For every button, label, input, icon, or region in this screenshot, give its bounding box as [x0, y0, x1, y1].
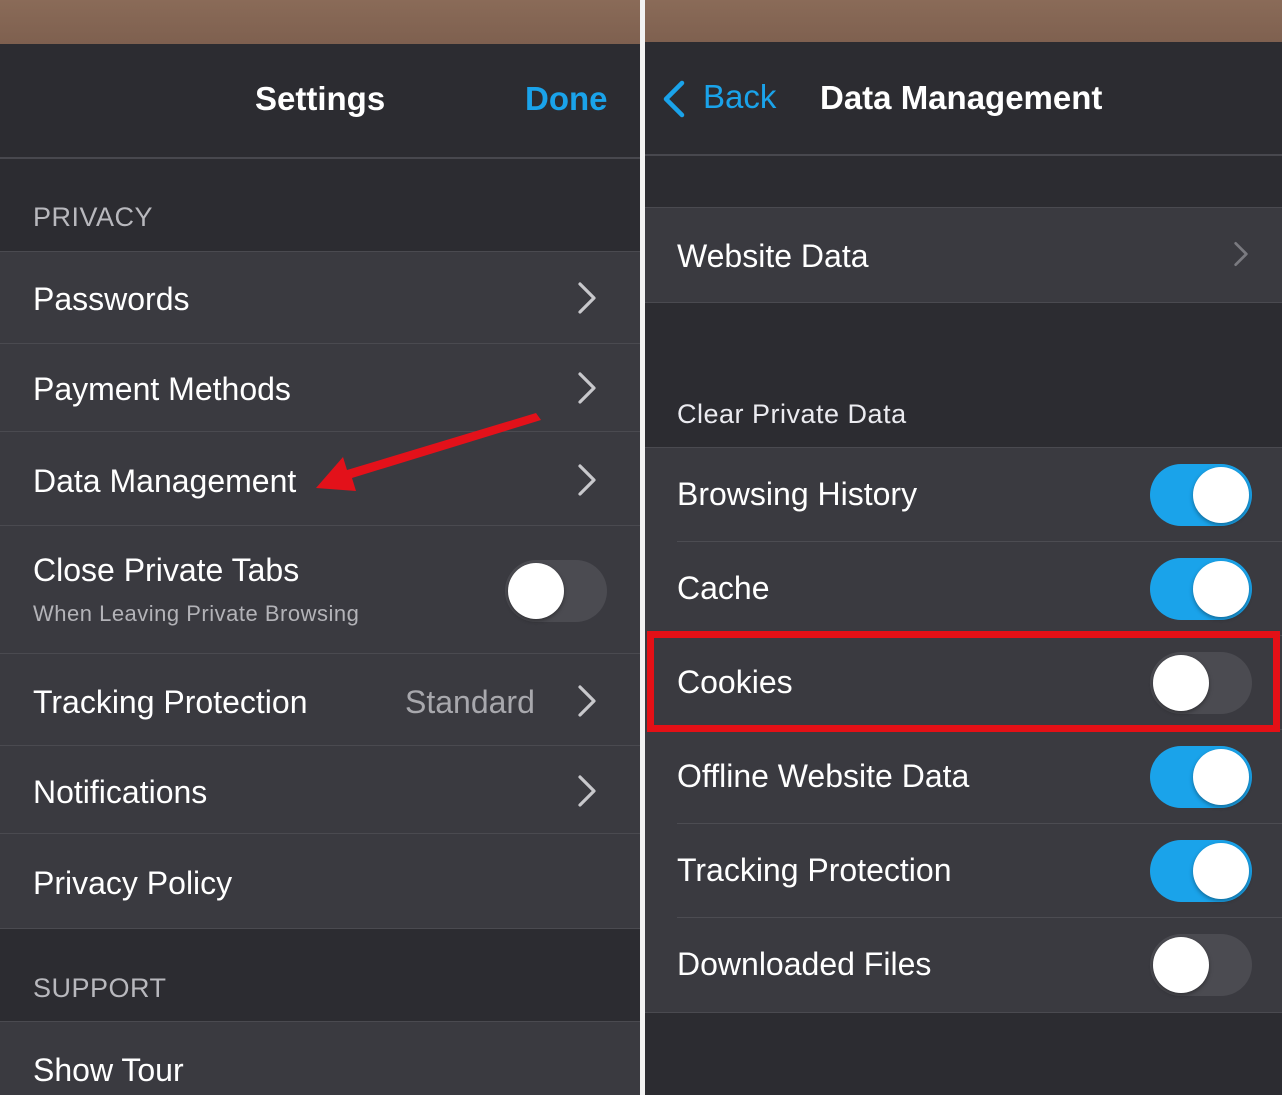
row-label: Browsing History	[677, 476, 918, 512]
annotation-arrow-icon	[316, 413, 541, 491]
browsing-history-toggle[interactable]	[1150, 464, 1252, 526]
toggle-knob	[1193, 561, 1249, 617]
website-data-row[interactable]: Website Data	[645, 207, 1282, 303]
downloaded-files-toggle[interactable]	[1150, 934, 1252, 996]
offline-website-data-toggle[interactable]	[1150, 746, 1252, 808]
row-label: Cache	[677, 570, 770, 606]
clear-row-tracking-protection: Tracking Protection	[645, 824, 1282, 918]
data-management-panel: Back Data Management Website Data Clear …	[645, 0, 1282, 1095]
cache-toggle[interactable]	[1150, 558, 1252, 620]
section-header-clear-private-data: Clear Private Data	[677, 399, 907, 429]
page-title: Data Management	[820, 79, 1103, 116]
row-label: Website Data	[677, 238, 869, 274]
row-label: Offline Website Data	[677, 758, 970, 794]
clear-row-offline-website-data: Offline Website Data	[645, 730, 1282, 824]
data-management-sheet: Back Data Management Website Data Clear …	[645, 42, 1282, 1095]
back-label: Back	[703, 78, 777, 115]
back-button[interactable]: Back	[661, 78, 801, 120]
toggle-knob	[1193, 843, 1249, 899]
clear-row-browsing-history: Browsing History	[645, 448, 1282, 542]
toggle-knob	[1193, 467, 1249, 523]
tracking-protection-toggle[interactable]	[1150, 840, 1252, 902]
data-management-nav-bar: Back Data Management	[645, 42, 1282, 156]
row-label: Downloaded Files	[677, 946, 932, 982]
cookies-highlight-box	[647, 631, 1280, 732]
clear-row-cache: Cache	[645, 542, 1282, 636]
chevron-left-icon	[663, 80, 685, 118]
chevron-right-icon	[1234, 241, 1248, 267]
toggle-knob	[1193, 749, 1249, 805]
clear-row-downloaded-files: Downloaded Files	[645, 918, 1282, 1012]
row-label: Tracking Protection	[677, 852, 952, 888]
toggle-knob	[1153, 937, 1209, 993]
settings-panel: Settings Done PRIVACY Passwords Payment …	[0, 0, 640, 1095]
